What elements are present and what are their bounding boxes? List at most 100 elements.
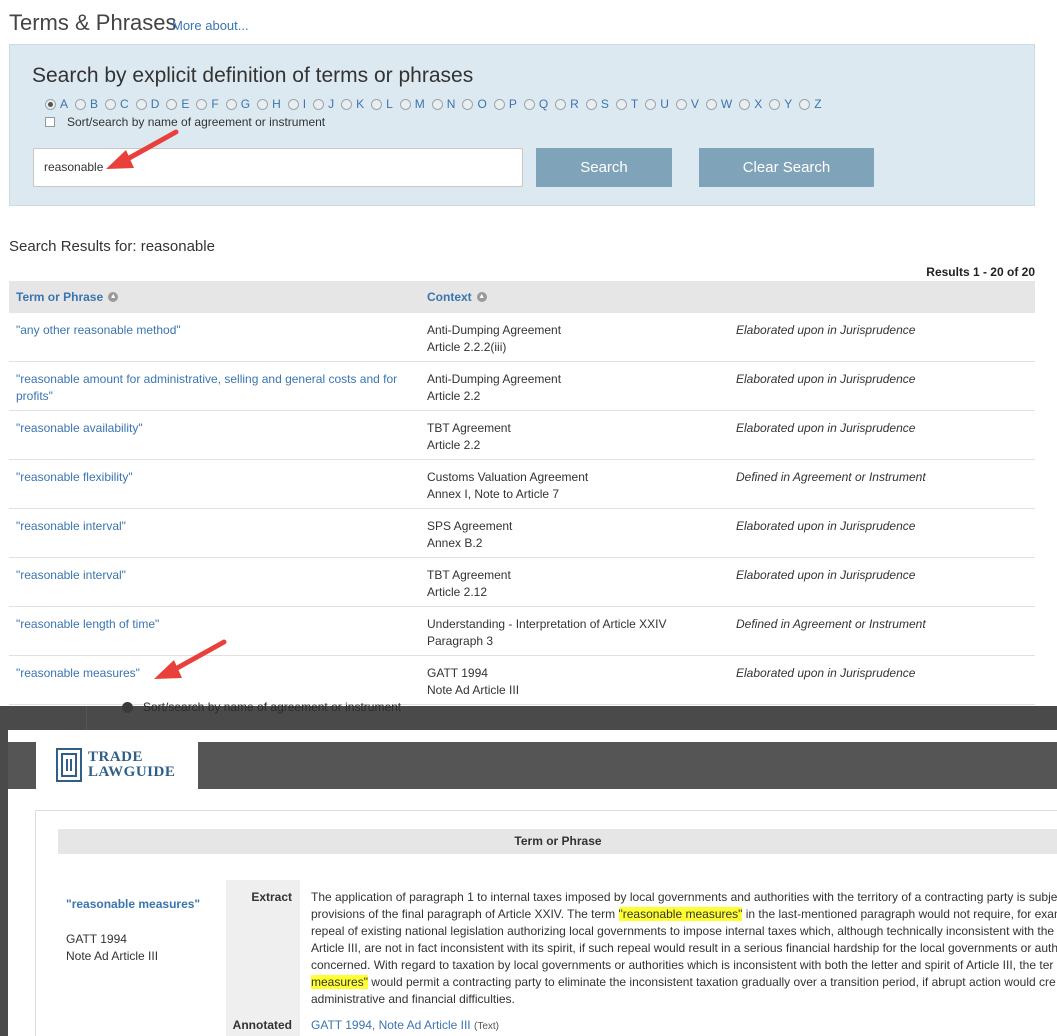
radio-icon[interactable] (739, 98, 751, 110)
letter-filter-z[interactable]: Z (799, 97, 822, 111)
context-agreement: TBT Agreement (427, 421, 511, 435)
results-title: Search Results for: reasonable (9, 238, 215, 255)
context-cell: Anti-Dumping Agreement Article 2.2 (427, 371, 717, 405)
alphabet-filter: A B C D E F G H I J K L M N O P Q R S T U V W X Y Z (45, 97, 829, 111)
letter-filter-p[interactable]: P (493, 97, 517, 111)
extract-line: Article III, are not in fact inconsisten… (311, 940, 1057, 957)
radio-icon[interactable] (105, 98, 117, 110)
term-link[interactable]: "reasonable flexibility" (16, 469, 411, 486)
term-link[interactable]: "any other reasonable method" (16, 322, 411, 339)
search-button[interactable]: Search (536, 148, 672, 187)
letter-filter-s[interactable]: S (585, 97, 609, 111)
detail-term[interactable]: "reasonable measures" (66, 897, 200, 911)
annotated-link[interactable]: GATT 1994, Note Ad Article III (Text) (311, 1018, 499, 1032)
radio-icon[interactable] (493, 98, 505, 110)
letter-filter-c[interactable]: C (105, 97, 129, 111)
extract-line: repeal of existing national legislation … (311, 923, 1057, 940)
letter-filter-l[interactable]: L (371, 97, 393, 111)
extract-segment: in the last-mentioned paragraph would no… (742, 907, 1057, 921)
table-row: "reasonable flexibility" Customs Valuatio… (9, 460, 1035, 509)
radio-icon[interactable] (462, 98, 474, 110)
arrow-annotation-icon (106, 129, 179, 169)
letter-filter-g[interactable]: G (225, 97, 250, 111)
letter-filter-d[interactable]: D (135, 97, 160, 111)
letter-filter-k[interactable]: K (341, 97, 364, 111)
radio-icon[interactable] (166, 98, 178, 110)
clear-search-button[interactable]: Clear Search (699, 148, 874, 187)
letter-label: F (211, 97, 219, 111)
context-provision: Article 2.12 (427, 585, 488, 599)
annotated-suffix: (Text) (473, 1021, 499, 1032)
sort-option[interactable]: Sort/search by name of agreement or inst… (45, 115, 325, 129)
annotated-label: Annotated (232, 1018, 292, 1032)
letter-label: D (150, 97, 160, 111)
extract-segment: repeal of existing national legislation … (311, 924, 1055, 938)
radio-icon[interactable] (371, 98, 383, 110)
letter-label: H (272, 97, 281, 111)
radio-icon[interactable] (431, 98, 443, 110)
extract-label: Extract (251, 890, 292, 904)
radio-icon[interactable] (645, 98, 657, 110)
radio-icon[interactable] (225, 98, 237, 110)
radio-icon[interactable] (399, 98, 411, 110)
extract-segment: The application of paragraph 1 to intern… (311, 890, 1057, 904)
context-provision: Annex I, Note to Article 7 (427, 487, 560, 501)
term-link[interactable]: "reasonable availability" (16, 420, 411, 437)
radio-icon[interactable] (769, 98, 781, 110)
letter-filter-u[interactable]: U (645, 97, 669, 111)
letter-label: Z (814, 97, 822, 111)
letter-filter-j[interactable]: J (313, 97, 334, 111)
more-about-link[interactable]: More about... (172, 18, 249, 33)
term-link[interactable]: "reasonable interval" (16, 518, 411, 535)
column-header-context[interactable]: Context ▲ (427, 290, 487, 304)
letter-filter-t[interactable]: T (615, 97, 639, 111)
radio-icon[interactable] (555, 98, 567, 110)
letter-filter-h[interactable]: H (257, 97, 281, 111)
sort-icon[interactable]: ▲ (108, 292, 119, 302)
letter-filter-v[interactable]: V (675, 97, 699, 111)
background-sort-label: Sort/search by name of agreement or inst… (143, 700, 402, 714)
letter-filter-n[interactable]: N (431, 97, 456, 111)
context-agreement: Anti-Dumping Agreement (427, 372, 562, 386)
radio-icon[interactable] (615, 98, 627, 110)
radio-icon[interactable] (585, 98, 597, 110)
letter-label: E (181, 97, 190, 111)
letter-filter-i[interactable]: I (287, 97, 306, 111)
radio-icon[interactable] (75, 98, 87, 110)
radio-icon[interactable] (257, 98, 269, 110)
term-link[interactable]: "reasonable interval" (16, 567, 411, 584)
status-note: Elaborated upon in Jurisprudence (736, 323, 916, 337)
letter-filter-a[interactable]: A (45, 97, 68, 111)
letter-filter-e[interactable]: E (166, 97, 189, 111)
radio-icon[interactable] (313, 98, 325, 110)
column-header-term[interactable]: Term or Phrase ▲ (16, 290, 119, 304)
radio-icon[interactable] (705, 98, 717, 110)
annotated-link-text[interactable]: GATT 1994, Note Ad Article III (311, 1018, 471, 1032)
letter-filter-b[interactable]: B (75, 97, 98, 111)
letter-label: N (446, 97, 456, 111)
term-link[interactable]: "reasonable length of time" (16, 616, 411, 633)
radio-icon[interactable] (135, 98, 147, 110)
sort-icon[interactable]: ▲ (476, 292, 487, 302)
sort-checkbox[interactable] (45, 117, 55, 127)
letter-filter-y[interactable]: Y (769, 97, 792, 111)
radio-icon[interactable] (341, 98, 353, 110)
letter-filter-o[interactable]: O (462, 97, 487, 111)
radio-icon[interactable] (523, 98, 535, 110)
letter-filter-f[interactable]: F (196, 97, 219, 111)
radio-icon[interactable] (45, 98, 56, 110)
search-panel: Search by explicit definition of terms o… (9, 44, 1035, 206)
radio-icon[interactable] (799, 98, 811, 110)
letter-filter-q[interactable]: Q (523, 97, 548, 111)
letter-filter-m[interactable]: M (399, 97, 425, 111)
letter-filter-r[interactable]: R (555, 97, 579, 111)
letter-label: T (630, 97, 639, 111)
radio-icon[interactable] (196, 98, 208, 110)
term-link[interactable]: "reasonable amount for administrative, s… (16, 371, 411, 405)
letter-filter-w[interactable]: W (705, 97, 732, 111)
radio-icon[interactable] (675, 98, 687, 110)
radio-icon[interactable] (287, 98, 299, 110)
context-provision: Annex B.2 (427, 536, 483, 550)
letter-filter-x[interactable]: X (739, 97, 762, 111)
letter-label: B (90, 97, 99, 111)
